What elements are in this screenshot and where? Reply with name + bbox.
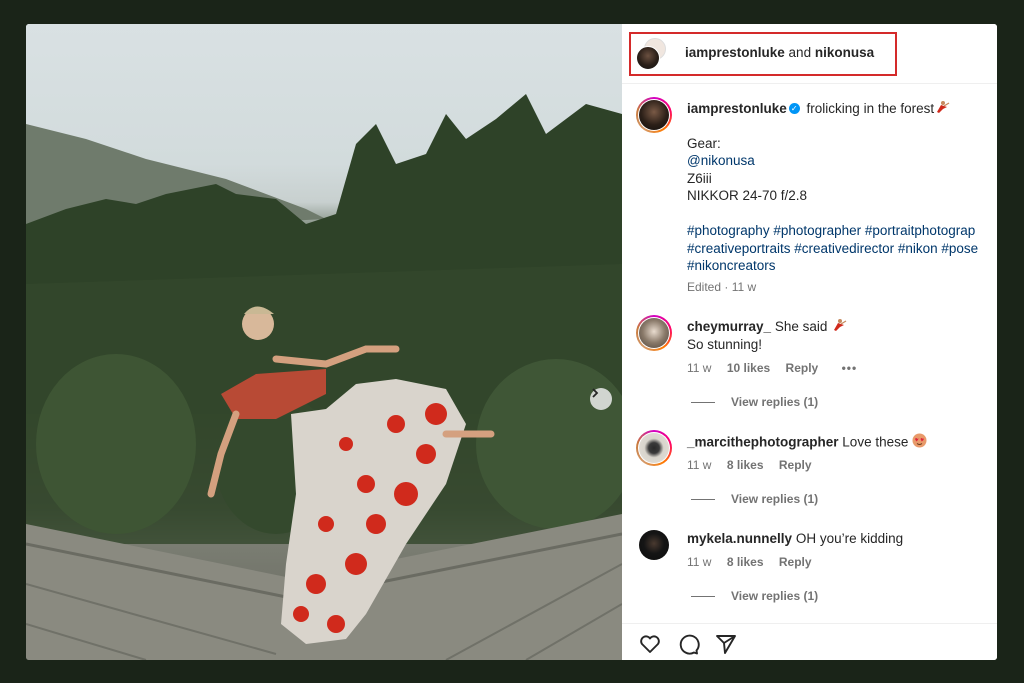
caption-hashtags-line3[interactable]: #nikoncreators bbox=[687, 257, 776, 275]
comment-button[interactable] bbox=[676, 632, 700, 656]
view-replies-button[interactable]: View replies (1) bbox=[691, 395, 818, 409]
comment-reply-button[interactable]: Reply bbox=[779, 555, 812, 569]
photo-illustration bbox=[26, 94, 622, 660]
comment-age: 11 w bbox=[687, 361, 712, 375]
highlight-annotation-box bbox=[629, 32, 897, 76]
comment-icon bbox=[679, 634, 700, 655]
view-replies-label: View replies (1) bbox=[731, 395, 819, 409]
bush-left bbox=[36, 354, 196, 534]
post-actions-bar bbox=[622, 623, 997, 660]
caption-gear-label: Gear: bbox=[687, 136, 721, 151]
replies-divider-line bbox=[691, 595, 715, 597]
post-header: iamprestonluke and nikonusa bbox=[622, 24, 997, 84]
comment-reply-button[interactable]: Reply bbox=[786, 361, 819, 375]
comment-line: cheymurray_ She said bbox=[687, 318, 847, 337]
comment-age: 11 w bbox=[687, 555, 712, 569]
comment-author[interactable]: cheymurray_ bbox=[687, 319, 771, 334]
comment-text: Love these bbox=[842, 434, 909, 450]
chevron-right-icon bbox=[592, 388, 599, 398]
comment-author[interactable]: _marcithephotographer bbox=[687, 434, 839, 449]
comment-avatar-ring[interactable] bbox=[636, 430, 672, 466]
heart-eyes-emoji-icon bbox=[912, 433, 927, 453]
caption-line: iamprestonluke ✓ frolicking in the forest bbox=[687, 100, 950, 119]
comment-text: She said bbox=[774, 319, 828, 334]
view-replies-label: View replies (1) bbox=[731, 589, 819, 603]
caption-hashtags-line1[interactable]: #photography #photographer #portraitphot… bbox=[687, 222, 975, 240]
replies-divider-line bbox=[691, 401, 715, 403]
comment-likes[interactable]: 10 likes bbox=[727, 361, 770, 375]
view-replies-label: View replies (1) bbox=[731, 492, 819, 506]
comment-reply-button[interactable]: Reply bbox=[779, 458, 812, 472]
comment-line: mykela.nunnelly OH you’re kidding bbox=[687, 530, 903, 548]
dancer-emoji-icon bbox=[934, 100, 950, 119]
comment-likes[interactable]: 8 likes bbox=[727, 555, 764, 569]
view-replies-button[interactable]: View replies (1) bbox=[691, 492, 818, 506]
comment-text: OH you’re kidding bbox=[795, 531, 904, 546]
caption-text: frolicking in the forest bbox=[806, 101, 935, 116]
caption-camera: Z6iii bbox=[687, 171, 712, 186]
comment-meta: 11 w 8 likes Reply bbox=[687, 458, 824, 472]
comment-avatar bbox=[639, 433, 669, 463]
caption-lens: NIKKOR 24-70 f/2.8 bbox=[687, 188, 808, 203]
caption-avatar-ring[interactable] bbox=[636, 97, 672, 133]
post-modal: iamprestonluke and nikonusa iamprestonlu… bbox=[26, 24, 997, 660]
caption-avatar bbox=[639, 100, 669, 130]
post-photo bbox=[26, 24, 622, 660]
caption-edited-time: Edited · 11 w bbox=[687, 280, 757, 294]
comment-age: 11 w bbox=[687, 458, 712, 472]
heart-icon bbox=[640, 635, 660, 653]
comment-text-line2: So stunning! bbox=[687, 337, 763, 352]
comment-line: _marcithephotographer Love these bbox=[687, 433, 927, 453]
share-button[interactable] bbox=[714, 632, 738, 656]
comment-avatar bbox=[639, 318, 669, 348]
comment-avatar[interactable] bbox=[639, 530, 669, 560]
comment-author[interactable]: mykela.nunnelly bbox=[687, 531, 792, 546]
caption-author[interactable]: iamprestonluke bbox=[687, 101, 787, 116]
view-replies-button[interactable]: View replies (1) bbox=[691, 589, 818, 603]
comment-meta: 11 w 10 likes Reply ••• bbox=[687, 361, 869, 375]
like-button[interactable] bbox=[638, 632, 662, 656]
comment-likes[interactable]: 8 likes bbox=[727, 458, 764, 472]
comment-more-options-icon[interactable]: ••• bbox=[842, 361, 858, 375]
comment-avatar-ring[interactable] bbox=[636, 315, 672, 351]
next-image-button[interactable] bbox=[590, 388, 612, 410]
post-sidebar: iamprestonluke and nikonusa iamprestonlu… bbox=[622, 24, 997, 660]
comment-meta: 11 w 8 likes Reply bbox=[687, 555, 824, 569]
replies-divider-line bbox=[691, 498, 715, 500]
verified-badge-icon: ✓ bbox=[788, 102, 800, 114]
paper-plane-icon bbox=[716, 635, 736, 654]
dancer-emoji-icon bbox=[831, 318, 847, 337]
caption-mention-link[interactable]: @nikonusa bbox=[687, 152, 755, 170]
caption-hashtags-line2[interactable]: #creativeportraits #creativedirector #ni… bbox=[687, 240, 978, 258]
